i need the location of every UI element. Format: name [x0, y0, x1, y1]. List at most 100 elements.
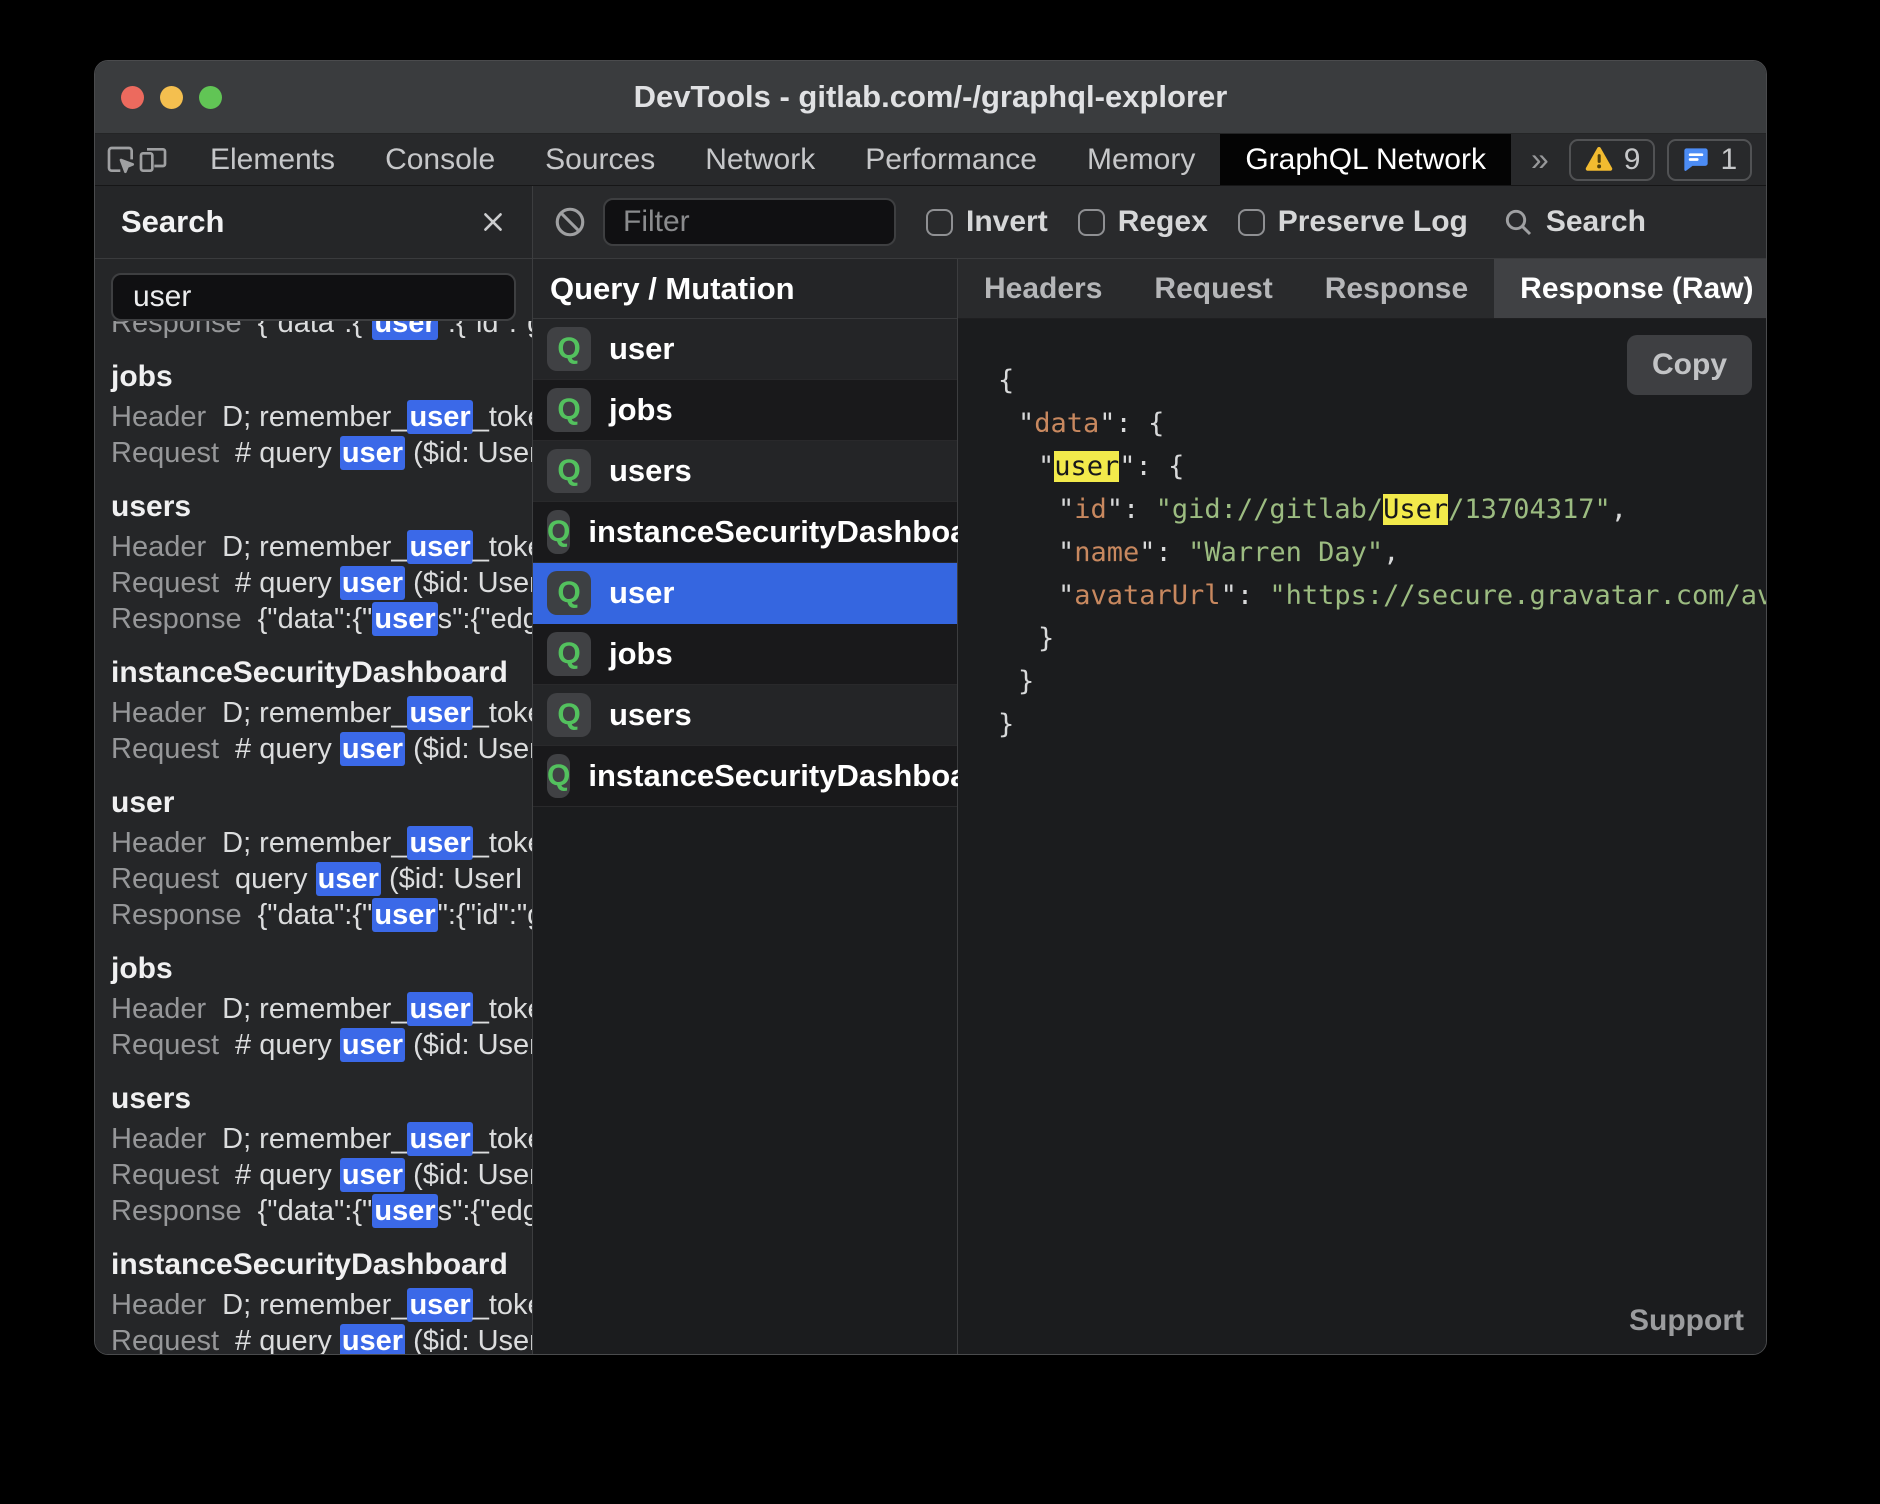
copy-button[interactable]: Copy	[1627, 335, 1752, 395]
json-key: name	[1074, 537, 1139, 568]
query-item-users[interactable]: Qusers	[533, 685, 957, 746]
result-text: _token=e	[473, 531, 532, 563]
detail-tab-request[interactable]: Request	[1128, 259, 1298, 318]
result-text: # query	[235, 733, 340, 765]
query-kind-badge: Q	[547, 754, 570, 798]
result-line[interactable]: Requestquery user ($id: UserI	[111, 861, 516, 897]
result-line[interactable]: Request# query user ($id: UserI	[111, 1323, 516, 1354]
device-toolbar-icon[interactable]	[137, 134, 169, 185]
tab-graphql-network[interactable]: GraphQL Network	[1220, 134, 1511, 185]
result-text: D; remember_	[222, 1289, 407, 1321]
json-line: "data": {	[998, 402, 1766, 445]
invert-checkbox[interactable]	[926, 209, 953, 236]
clear-icon[interactable]	[553, 205, 587, 239]
tab-console[interactable]: Console	[360, 134, 520, 185]
query-item-user[interactable]: Quser	[533, 563, 957, 624]
result-line-label: Response	[111, 603, 242, 635]
result-line[interactable]: Response{"data":{"users":{"edges	[111, 601, 516, 637]
query-item-label: instanceSecurityDashboard	[588, 514, 998, 550]
result-line[interactable]: Request# query user ($id: UserI	[111, 731, 516, 767]
search-match: user	[372, 1194, 437, 1228]
result-line-clipped[interactable]: Response{"data":{"user":{"id":"gid	[111, 321, 516, 341]
result-text: query	[235, 863, 316, 895]
query-kind-badge: Q	[547, 510, 570, 554]
message-bubble-icon	[1682, 146, 1710, 174]
network-search-group[interactable]: Search	[1502, 205, 1646, 239]
query-item-users[interactable]: Qusers	[533, 441, 957, 502]
tab-sources[interactable]: Sources	[520, 134, 680, 185]
warnings-badge[interactable]: 9	[1569, 139, 1656, 181]
search-input[interactable]	[111, 273, 516, 321]
devtools-window: DevTools - gitlab.com/-/graphql-explorer…	[94, 60, 1767, 1355]
result-line[interactable]: Request# query user ($id: UserI	[111, 565, 516, 601]
more-tabs-button[interactable]: »	[1511, 134, 1569, 185]
filter-bar: InvertRegexPreserve Log Search	[533, 186, 1766, 259]
query-item-jobs[interactable]: Qjobs	[533, 624, 957, 685]
tabbar-right-controls: 9 1	[1569, 134, 1767, 185]
json-punct: }	[1018, 666, 1034, 697]
minimize-window-button[interactable]	[160, 86, 183, 109]
json-key: data	[1034, 408, 1099, 439]
search-match: user	[340, 1158, 405, 1192]
detail-tab-response[interactable]: Response	[1299, 259, 1494, 318]
preserve-log-checkbox[interactable]	[1238, 209, 1265, 236]
result-line[interactable]: HeaderD; remember_user_token=e	[111, 825, 516, 861]
detail-tab-headers[interactable]: Headers	[958, 259, 1128, 318]
query-item-label: instanceSecurityDashboard	[588, 758, 998, 794]
result-line[interactable]: HeaderD; remember_user_token=e	[111, 695, 516, 731]
result-text: {"data":{"	[258, 603, 373, 635]
inspect-element-icon[interactable]	[105, 134, 137, 185]
tab-memory[interactable]: Memory	[1062, 134, 1220, 185]
result-text: # query	[235, 1325, 340, 1354]
result-line[interactable]: HeaderD; remember_user_token=e	[111, 1287, 516, 1323]
result-line[interactable]: HeaderD; remember_user_token=e	[111, 991, 516, 1027]
tab-performance[interactable]: Performance	[840, 134, 1062, 185]
query-item-user[interactable]: Quser	[533, 319, 957, 380]
query-item-instancesecuritydashboard[interactable]: QinstanceSecurityDashboard	[533, 746, 957, 807]
json-string: "Warren Day"	[1188, 537, 1383, 568]
search-match: user	[372, 321, 437, 340]
result-line[interactable]: HeaderD; remember_user_token=e	[111, 1121, 516, 1157]
fullscreen-window-button[interactable]	[199, 86, 222, 109]
issues-badge[interactable]: 1	[1667, 139, 1752, 181]
result-line[interactable]: HeaderD; remember_user_token=e	[111, 399, 516, 435]
json-line: }	[998, 617, 1766, 660]
result-line-label: Response	[111, 899, 242, 931]
json-punct: "	[1058, 537, 1074, 568]
result-line[interactable]: Response{"data":{"user":{"id":"gi	[111, 897, 516, 933]
result-line[interactable]: Request# query user ($id: UserI	[111, 1027, 516, 1063]
result-text: D; remember_	[222, 401, 407, 433]
close-search-icon[interactable]	[480, 209, 506, 235]
preserve-log-label: Preserve Log	[1278, 205, 1468, 239]
query-item-jobs[interactable]: Qjobs	[533, 380, 957, 441]
result-line[interactable]: HeaderD; remember_user_token=e	[111, 529, 516, 565]
result-line-label: Request	[111, 733, 219, 765]
json-punct: ": {	[1099, 408, 1164, 439]
result-line[interactable]: Request# query user ($id: UserI	[111, 1157, 516, 1193]
result-text: ($id: UserI	[405, 437, 532, 469]
support-link[interactable]: Support	[1629, 1304, 1744, 1338]
detail-tab-response-raw[interactable]: Response (Raw)	[1494, 259, 1767, 318]
search-match: user	[316, 862, 381, 896]
close-window-button[interactable]	[121, 86, 144, 109]
result-line[interactable]: Request# query user ($id: UserI	[111, 435, 516, 471]
query-item-label: users	[609, 697, 692, 733]
regex-checkbox[interactable]	[1078, 209, 1105, 236]
json-punct: }	[1038, 623, 1054, 654]
result-line-label: Header	[111, 827, 206, 859]
search-match: user	[372, 898, 437, 932]
warnings-count: 9	[1624, 143, 1641, 177]
json-punct: ,	[1611, 494, 1627, 525]
result-text: _token=e	[473, 993, 532, 1025]
search-box	[95, 259, 532, 321]
filter-input[interactable]	[603, 198, 896, 246]
result-line[interactable]: Response{"data":{"users":{"edges	[111, 1193, 516, 1229]
result-text: _token=e	[473, 401, 532, 433]
tab-elements[interactable]: Elements	[185, 134, 360, 185]
search-match: user	[407, 530, 472, 564]
detail-tabrow: HeadersRequestResponseResponse (Raw)	[958, 259, 1766, 319]
tab-network[interactable]: Network	[680, 134, 840, 185]
query-item-instancesecuritydashboard[interactable]: QinstanceSecurityDashboard	[533, 502, 957, 563]
query-item-label: user	[609, 575, 674, 611]
result-text: _token=e	[473, 1289, 532, 1321]
